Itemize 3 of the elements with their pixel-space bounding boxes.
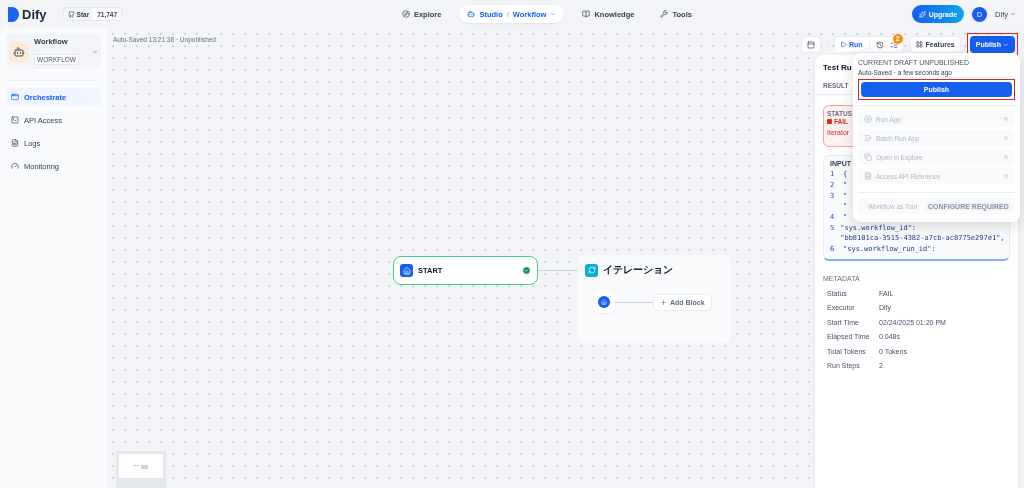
logo-text: Dify <box>22 6 47 22</box>
panel-title: Test Ru <box>822 63 853 72</box>
node-title: イテレーション <box>603 263 674 277</box>
